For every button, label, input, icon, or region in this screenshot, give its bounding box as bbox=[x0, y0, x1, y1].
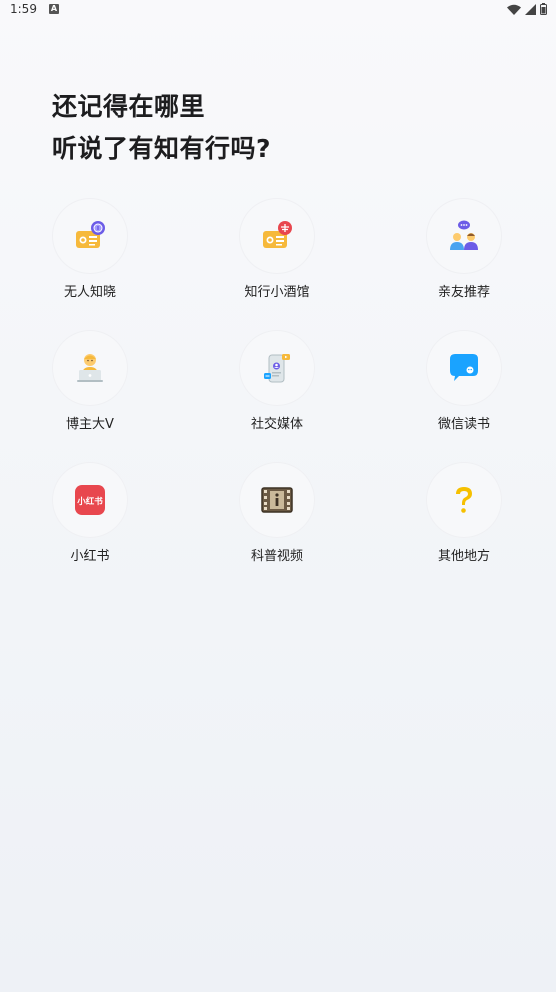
option-zhixing-pub[interactable]: 知行小酒馆 bbox=[217, 198, 337, 302]
question-mark-icon bbox=[456, 487, 472, 513]
option-nobody-knows[interactable]: 无人知晓 bbox=[30, 198, 150, 302]
friends-chat-icon bbox=[450, 220, 478, 250]
option-label: 亲友推荐 bbox=[437, 285, 490, 300]
option-wechat-reading[interactable]: 微信读书 bbox=[404, 330, 524, 434]
option-other-places[interactable]: 其他地方 bbox=[404, 462, 524, 566]
option-label: 小红书 bbox=[70, 549, 110, 564]
option-label: 博主大V bbox=[66, 417, 114, 432]
option-icon-circle bbox=[426, 330, 502, 406]
option-icon-circle bbox=[52, 198, 128, 274]
xiaohongshu-icon: 小红书 bbox=[75, 485, 105, 515]
option-label: 其他地方 bbox=[437, 549, 490, 564]
question-headline: 还记得在哪里 听说了有知有行吗? bbox=[52, 86, 512, 170]
xiaohongshu-logo-text: 小红书 bbox=[76, 496, 103, 507]
status-right bbox=[507, 3, 547, 15]
status-bar: 1:59 A bbox=[0, 0, 556, 18]
social-phone-icon bbox=[264, 354, 290, 383]
status-time: 1:59 bbox=[10, 2, 37, 16]
option-icon-circle bbox=[426, 198, 502, 274]
option-icon-circle: 小红书 bbox=[52, 462, 128, 538]
option-icon-circle bbox=[239, 198, 315, 274]
option-icon-circle bbox=[426, 462, 502, 538]
option-friend-recommend[interactable]: 亲友推荐 bbox=[404, 198, 524, 302]
option-label: 无人知晓 bbox=[63, 285, 116, 300]
app-notification-icon: A bbox=[48, 4, 59, 14]
headline-line-1: 还记得在哪里 bbox=[52, 92, 206, 121]
option-label: 知行小酒馆 bbox=[244, 285, 310, 300]
option-label: 科普视频 bbox=[250, 549, 303, 564]
cellular-signal-icon bbox=[525, 3, 536, 15]
battery-icon bbox=[540, 3, 547, 15]
option-popular-science-video[interactable]: 科普视频 bbox=[217, 462, 337, 566]
headline-line-2: 听说了有知有行吗? bbox=[52, 134, 272, 163]
film-info-icon bbox=[261, 487, 293, 513]
wifi-icon bbox=[507, 4, 521, 15]
option-xiaohongshu[interactable]: 小红书 小红书 bbox=[30, 462, 150, 566]
option-social-media[interactable]: 社交媒体 bbox=[217, 330, 337, 434]
wechat-read-icon bbox=[450, 354, 478, 381]
option-icon-circle bbox=[52, 330, 128, 406]
blogger-laptop-icon bbox=[77, 354, 103, 382]
option-icon-circle bbox=[239, 330, 315, 406]
option-icon-circle bbox=[239, 462, 315, 538]
option-blogger[interactable]: 博主大V bbox=[30, 330, 150, 434]
status-left: 1:59 A bbox=[10, 2, 59, 16]
option-label: 社交媒体 bbox=[250, 417, 303, 432]
radio-pub-icon bbox=[263, 221, 292, 248]
option-label: 微信读书 bbox=[437, 417, 490, 432]
radio-podcast-icon bbox=[76, 221, 105, 248]
